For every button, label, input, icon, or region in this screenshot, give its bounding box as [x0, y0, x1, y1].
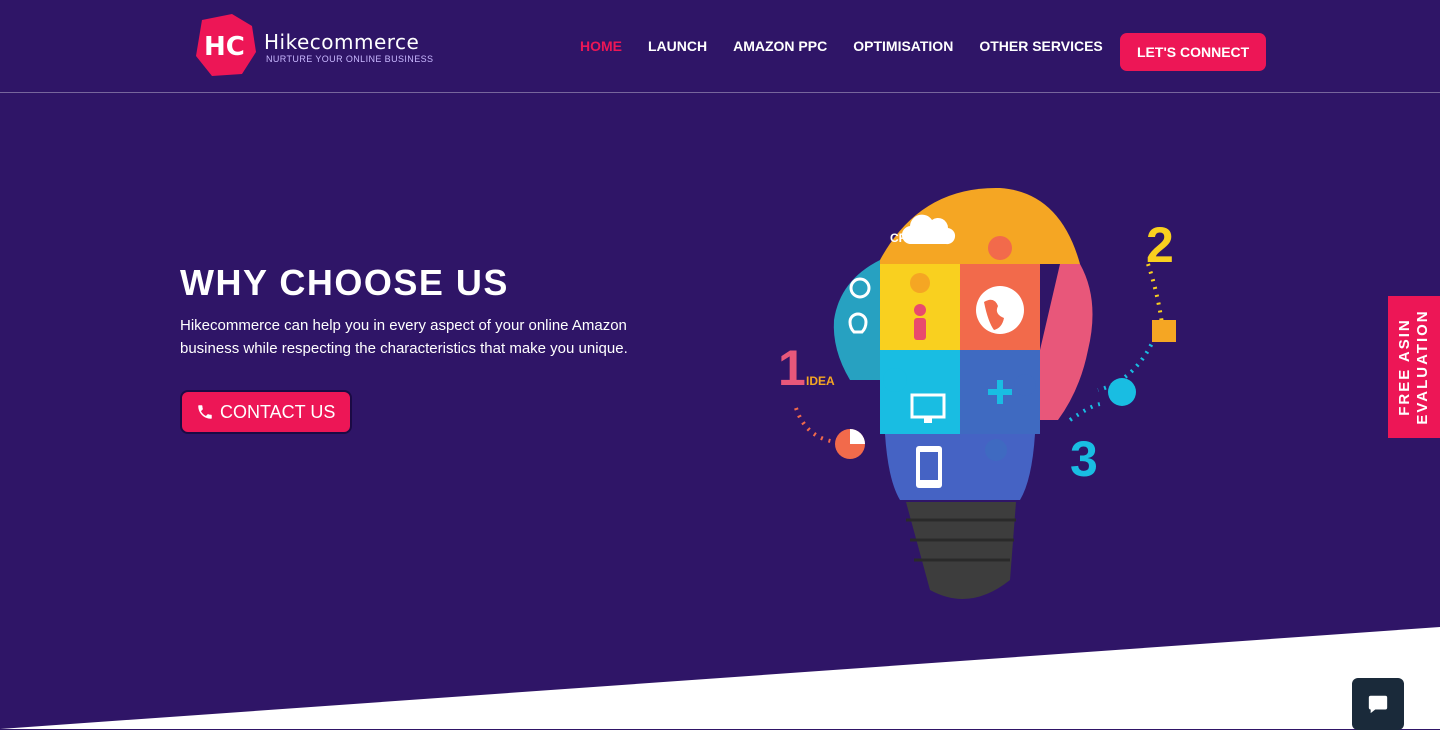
lightbulb-puzzle-illustration: CREATIVE 1 IDEA 2 3: [778, 187, 1176, 599]
brand-name: Hikecommerce: [264, 30, 420, 54]
main-nav: HOME LAUNCH AMAZON PPC OPTIMISATION OTHE…: [580, 0, 1129, 92]
nav-item-optimisation[interactable]: OPTIMISATION: [853, 38, 953, 54]
section-divider: [0, 627, 1440, 729]
nav-item-amazon-ppc[interactable]: AMAZON PPC: [733, 38, 827, 54]
idea-label: IDEA: [806, 374, 835, 388]
contact-us-label: CONTACT US: [220, 401, 336, 422]
step-one: 1: [778, 340, 806, 396]
hero-description: Hikecommerce can help you in every aspec…: [180, 317, 628, 357]
lets-connect-button[interactable]: LET'S CONNECT: [1120, 33, 1267, 71]
contact-us-button[interactable]: CONTACT US: [180, 390, 352, 434]
creative-label: CREATIVE: [890, 231, 950, 245]
chat-button[interactable]: [1352, 678, 1404, 730]
nav-item-home[interactable]: HOME: [580, 38, 622, 54]
nav-item-launch[interactable]: LAUNCH: [648, 38, 707, 54]
site-header: HC Hikecommerce NURTURE YOUR ONLINE BUSI…: [0, 0, 1440, 93]
step-three: 3: [1070, 431, 1098, 487]
logo-mark-text: HC: [204, 32, 245, 62]
phone-icon: [198, 405, 212, 419]
logo-mark-icon: HC: [196, 14, 256, 76]
hero-title: WHY CHOOSE US: [180, 262, 509, 303]
logo[interactable]: HC Hikecommerce NURTURE YOUR ONLINE BUSI…: [192, 12, 452, 80]
chat-icon: [1368, 695, 1388, 714]
nav-item-other-services[interactable]: OTHER SERVICES: [979, 38, 1102, 54]
free-asin-evaluation-label: FREE ASIN EVALUATION: [1396, 309, 1431, 425]
brand-tagline: NURTURE YOUR ONLINE BUSINESS: [266, 54, 434, 64]
free-asin-evaluation-tab[interactable]: FREE ASIN EVALUATION: [1388, 296, 1440, 438]
